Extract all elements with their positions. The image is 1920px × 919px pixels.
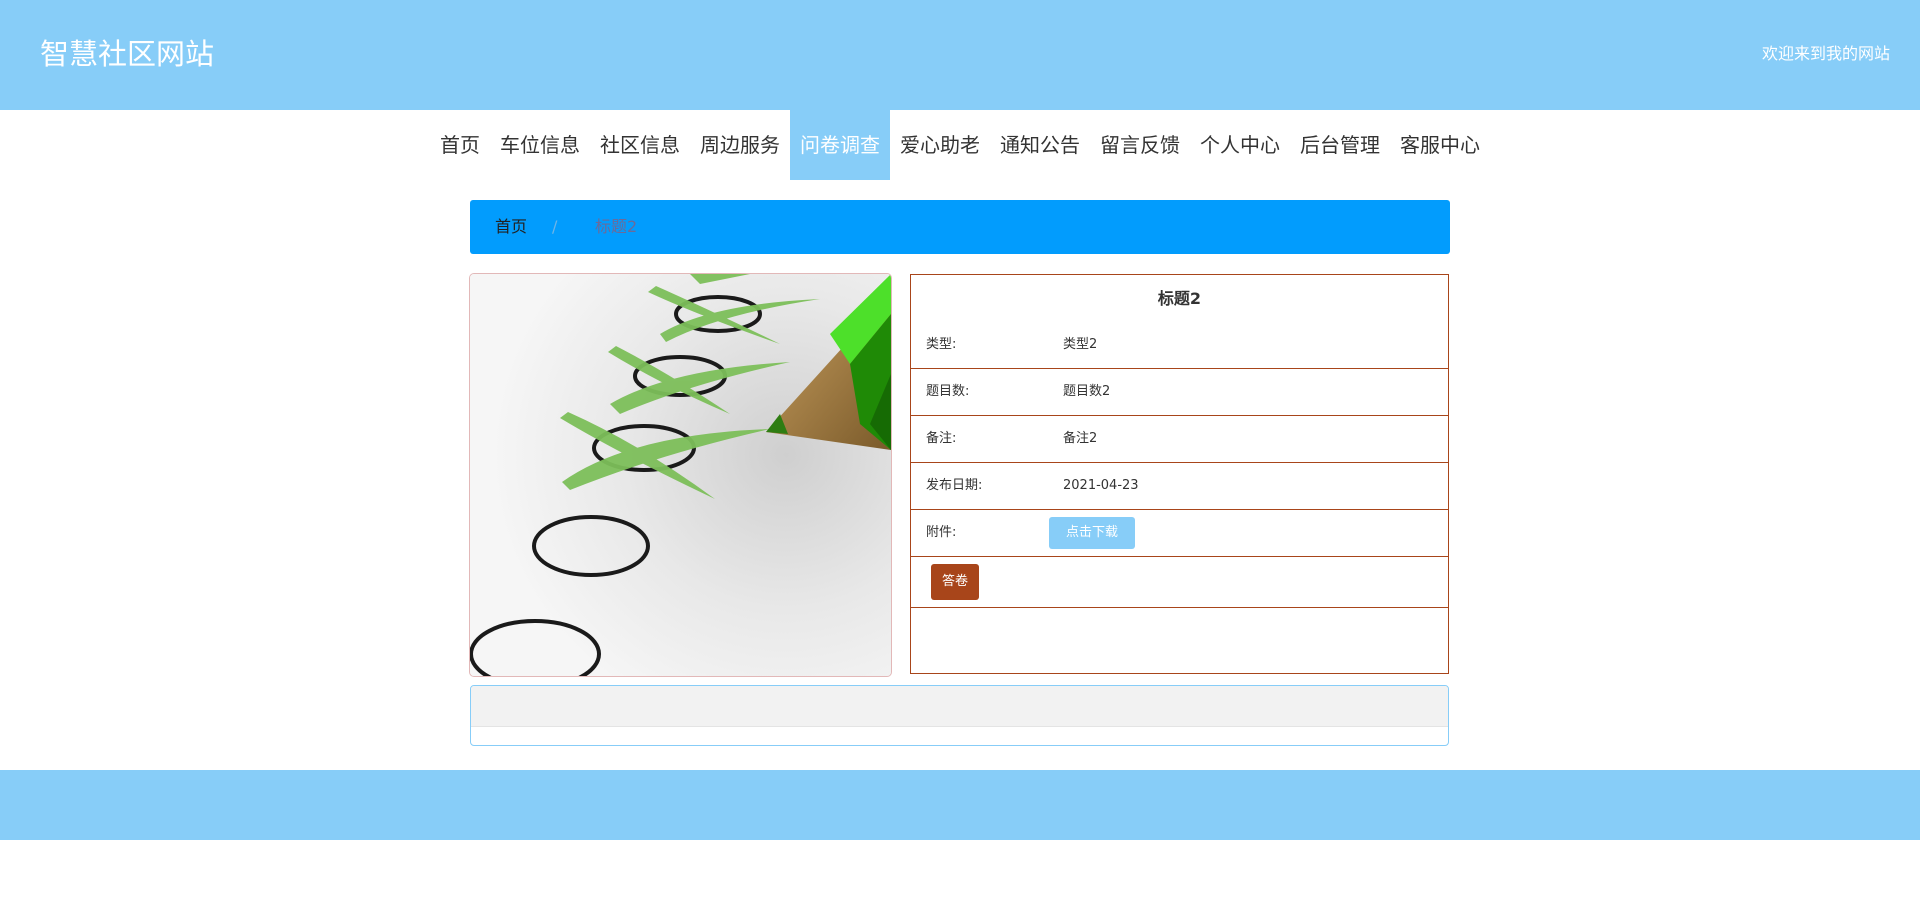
nav-item-admin[interactable]: 后台管理 [1290,110,1390,180]
breadcrumb-current: 标题2 [595,217,638,236]
detail-row-date: 发布日期: 2021-04-23 [911,463,1448,510]
type-value: 类型2 [1063,337,1098,352]
welcome-text: 欢迎来到我的网站 [1761,44,1890,63]
nav-item-feedback[interactable]: 留言反馈 [1090,110,1190,180]
header-bar: 智慧社区网站 欢迎来到我的网站 [0,0,1920,110]
nav-item-community[interactable]: 社区信息 [590,110,690,180]
publish-date-label: 发布日期: [926,478,983,493]
survey-image [469,273,892,677]
footer-bar [0,770,1920,840]
comment-panel [470,685,1449,746]
site-title[interactable]: 智慧社区网站 [40,34,214,74]
main-nav: 首页 车位信息 社区信息 周边服务 问卷调查 爱心助老 通知公告 留言反馈 个人中心 后台管理 客服… [0,110,1920,180]
nav-item-home[interactable]: 首页 [430,110,490,180]
comment-panel-header [471,686,1448,727]
breadcrumb: 首页 / 标题2 [470,200,1450,254]
survey-checklist-icon [470,274,891,676]
nav-item-notices[interactable]: 通知公告 [990,110,1090,180]
answer-survey-button[interactable]: 答卷 [931,564,979,600]
detail-row-answer: 答卷 [911,557,1448,608]
question-count-label: 题目数: [926,384,970,399]
nav-item-services[interactable]: 周边服务 [690,110,790,180]
type-label: 类型: [926,337,957,352]
detail-row-type: 类型: 类型2 [911,322,1448,369]
survey-detail-panel: 标题2 类型: 类型2 题目数: 题目数2 备注: 备注2 发布日期: 2021… [910,274,1449,674]
detail-row-remark: 备注: 备注2 [911,416,1448,463]
remark-value: 备注2 [1063,431,1098,446]
question-count-value: 题目数2 [1063,384,1111,399]
download-button[interactable]: 点击下载 [1049,517,1135,549]
remark-label: 备注: [926,431,957,446]
detail-title: 标题2 [1157,289,1202,308]
detail-row-attachment: 附件: 点击下载 [911,510,1448,557]
nav-item-parking[interactable]: 车位信息 [490,110,590,180]
breadcrumb-home[interactable]: 首页 [495,200,527,254]
breadcrumb-separator: / [552,217,558,236]
detail-row-count: 题目数: 题目数2 [911,369,1448,416]
nav-item-profile[interactable]: 个人中心 [1190,110,1290,180]
attachment-label: 附件: [926,525,957,540]
nav-item-support[interactable]: 客服中心 [1390,110,1490,180]
nav-item-survey[interactable]: 问卷调查 [790,110,890,180]
publish-date-value: 2021-04-23 [1063,478,1139,493]
nav-item-elderly-care[interactable]: 爱心助老 [890,110,990,180]
